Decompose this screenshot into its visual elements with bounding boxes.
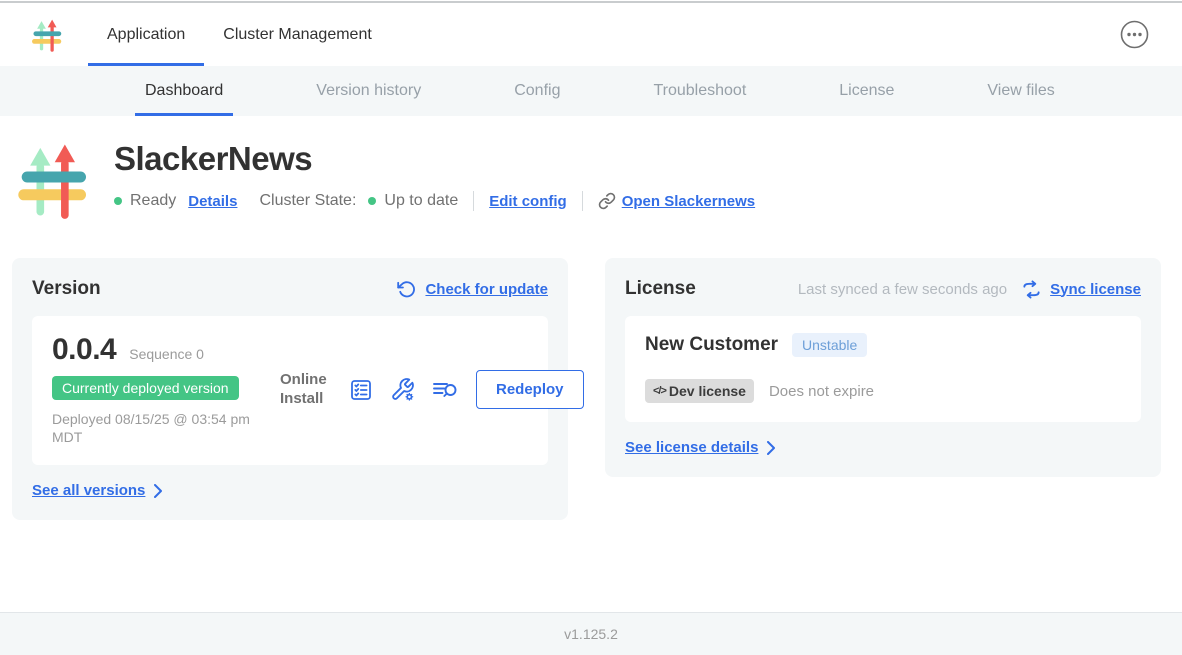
sync-license-label: Sync license: [1050, 281, 1141, 298]
subnav-troubleshoot[interactable]: Troubleshoot: [643, 66, 756, 116]
current-version-info: 0.0.4 Sequence 0 Currently deployed vers…: [52, 333, 280, 446]
tab-application-label: Application: [107, 26, 185, 44]
app-logo-small-icon: [30, 16, 64, 54]
check-for-update-label: Check for update: [425, 281, 548, 298]
app-subnav: Dashboard Version history Config Trouble…: [0, 66, 1182, 116]
sync-arrows-icon: [1022, 280, 1041, 299]
app-status-row: Ready Details Cluster State: Up to date …: [114, 191, 755, 211]
ellipsis-circle-icon: [1120, 20, 1149, 49]
current-version-panel: 0.0.4 Sequence 0 Currently deployed vers…: [32, 316, 548, 465]
subnav-license-label: License: [839, 82, 894, 100]
version-card-actions: Check for update: [397, 280, 548, 299]
license-card-title: License: [625, 278, 696, 300]
cluster-state-dot: [368, 197, 376, 205]
chevron-right-icon: [154, 484, 162, 498]
lines-magnifier-icon: [432, 378, 459, 401]
subnav-dashboard-label: Dashboard: [145, 82, 223, 100]
title-and-status: SlackerNews Ready Details Cluster State:…: [114, 134, 755, 224]
customer-row: New Customer Unstable: [645, 333, 1121, 357]
tab-cluster-management-label: Cluster Management: [223, 26, 372, 44]
refresh-icon: [397, 280, 416, 299]
admin-console-page: Application Cluster Management Dashboard…: [0, 0, 1182, 655]
version-number: 0.0.4: [52, 333, 116, 367]
dashboard-main: SlackerNews Ready Details Cluster State:…: [0, 134, 1182, 520]
version-card-header: Version Check for update: [32, 278, 548, 300]
version-card-title: Version: [32, 278, 101, 300]
divider: [473, 191, 474, 211]
app-logo: [14, 136, 92, 224]
subnav-view-files-label: View files: [987, 82, 1054, 100]
version-number-row: 0.0.4 Sequence 0: [52, 333, 280, 367]
primary-tabs: Application Cluster Management: [88, 3, 391, 66]
license-card-actions: Last synced a few seconds ago Syn: [798, 280, 1141, 299]
license-type-label: Dev license: [669, 383, 746, 399]
license-type-badge: </> Dev license: [645, 379, 754, 403]
subnav-version-history-label: Version history: [316, 82, 421, 100]
footer: v1.125.2: [0, 612, 1182, 655]
subnav-version-history[interactable]: Version history: [306, 66, 431, 116]
cluster-state-text: Up to date: [384, 192, 458, 210]
see-license-details-link[interactable]: See license details: [625, 439, 775, 456]
app-status-text: Ready: [130, 192, 176, 210]
checklist-icon: [349, 378, 373, 402]
version-card: Version Check for update: [12, 258, 568, 520]
last-synced-text: Last synced a few seconds ago: [798, 281, 1007, 298]
tab-application[interactable]: Application: [88, 3, 204, 66]
license-card-header: License Last synced a few seconds ago: [625, 278, 1141, 300]
console-version: v1.125.2: [564, 626, 618, 642]
version-sequence: Sequence 0: [129, 346, 204, 362]
license-card: License Last synced a few seconds ago: [605, 258, 1161, 477]
license-type-row: </> Dev license Does not expire: [645, 379, 1121, 403]
subnav-troubleshoot-label: Troubleshoot: [653, 82, 746, 100]
sync-license-link[interactable]: Sync license: [1022, 280, 1141, 299]
version-action-icons: [349, 377, 459, 402]
wrench-gear-icon: [390, 377, 415, 402]
divider: [582, 191, 583, 211]
page-title: SlackerNews: [114, 140, 755, 178]
subnav-view-files[interactable]: View files: [977, 66, 1064, 116]
channel-badge: Unstable: [792, 333, 867, 357]
tab-cluster-management[interactable]: Cluster Management: [204, 3, 391, 66]
customer-name: New Customer: [645, 334, 778, 356]
license-expiration: Does not expire: [769, 383, 874, 400]
subnav-dashboard[interactable]: Dashboard: [135, 66, 233, 116]
edit-config-link[interactable]: Edit config: [489, 193, 567, 210]
install-type-label: Online Install: [280, 371, 332, 409]
preflight-checks-button[interactable]: [349, 378, 373, 402]
see-license-details-label: See license details: [625, 439, 758, 456]
license-details-panel: New Customer Unstable </> Dev license Do…: [625, 316, 1141, 422]
chain-link-icon: [598, 192, 616, 210]
open-app-link[interactable]: Open Slackernews: [598, 192, 755, 210]
edit-config-button[interactable]: [390, 377, 415, 402]
deployed-timestamp: Deployed 08/15/25 @ 03:54 pm MDT: [52, 410, 268, 446]
subnav-license[interactable]: License: [829, 66, 904, 116]
top-navbar: Application Cluster Management: [0, 3, 1182, 66]
redeploy-button[interactable]: Redeploy: [476, 370, 584, 409]
cluster-state-label: Cluster State:: [259, 192, 356, 210]
status-details-link[interactable]: Details: [188, 193, 237, 210]
app-status-dot: [114, 197, 122, 205]
subnav-config-label: Config: [514, 82, 560, 100]
version-actions: Online Install: [280, 333, 584, 446]
view-logs-button[interactable]: [432, 378, 459, 401]
deployed-badge: Currently deployed version: [52, 376, 239, 400]
open-app-link-label: Open Slackernews: [622, 193, 755, 210]
dashboard-cards: Version Check for update: [0, 258, 1182, 520]
code-brackets-icon: </>: [653, 385, 666, 397]
chevron-right-icon: [767, 441, 775, 455]
see-all-versions-label: See all versions: [32, 482, 145, 499]
check-for-update-link[interactable]: Check for update: [397, 280, 548, 299]
app-title-block: SlackerNews Ready Details Cluster State:…: [14, 134, 1182, 224]
subnav-config[interactable]: Config: [504, 66, 570, 116]
see-all-versions-link[interactable]: See all versions: [32, 482, 162, 499]
overflow-menu-button[interactable]: [1120, 20, 1149, 49]
